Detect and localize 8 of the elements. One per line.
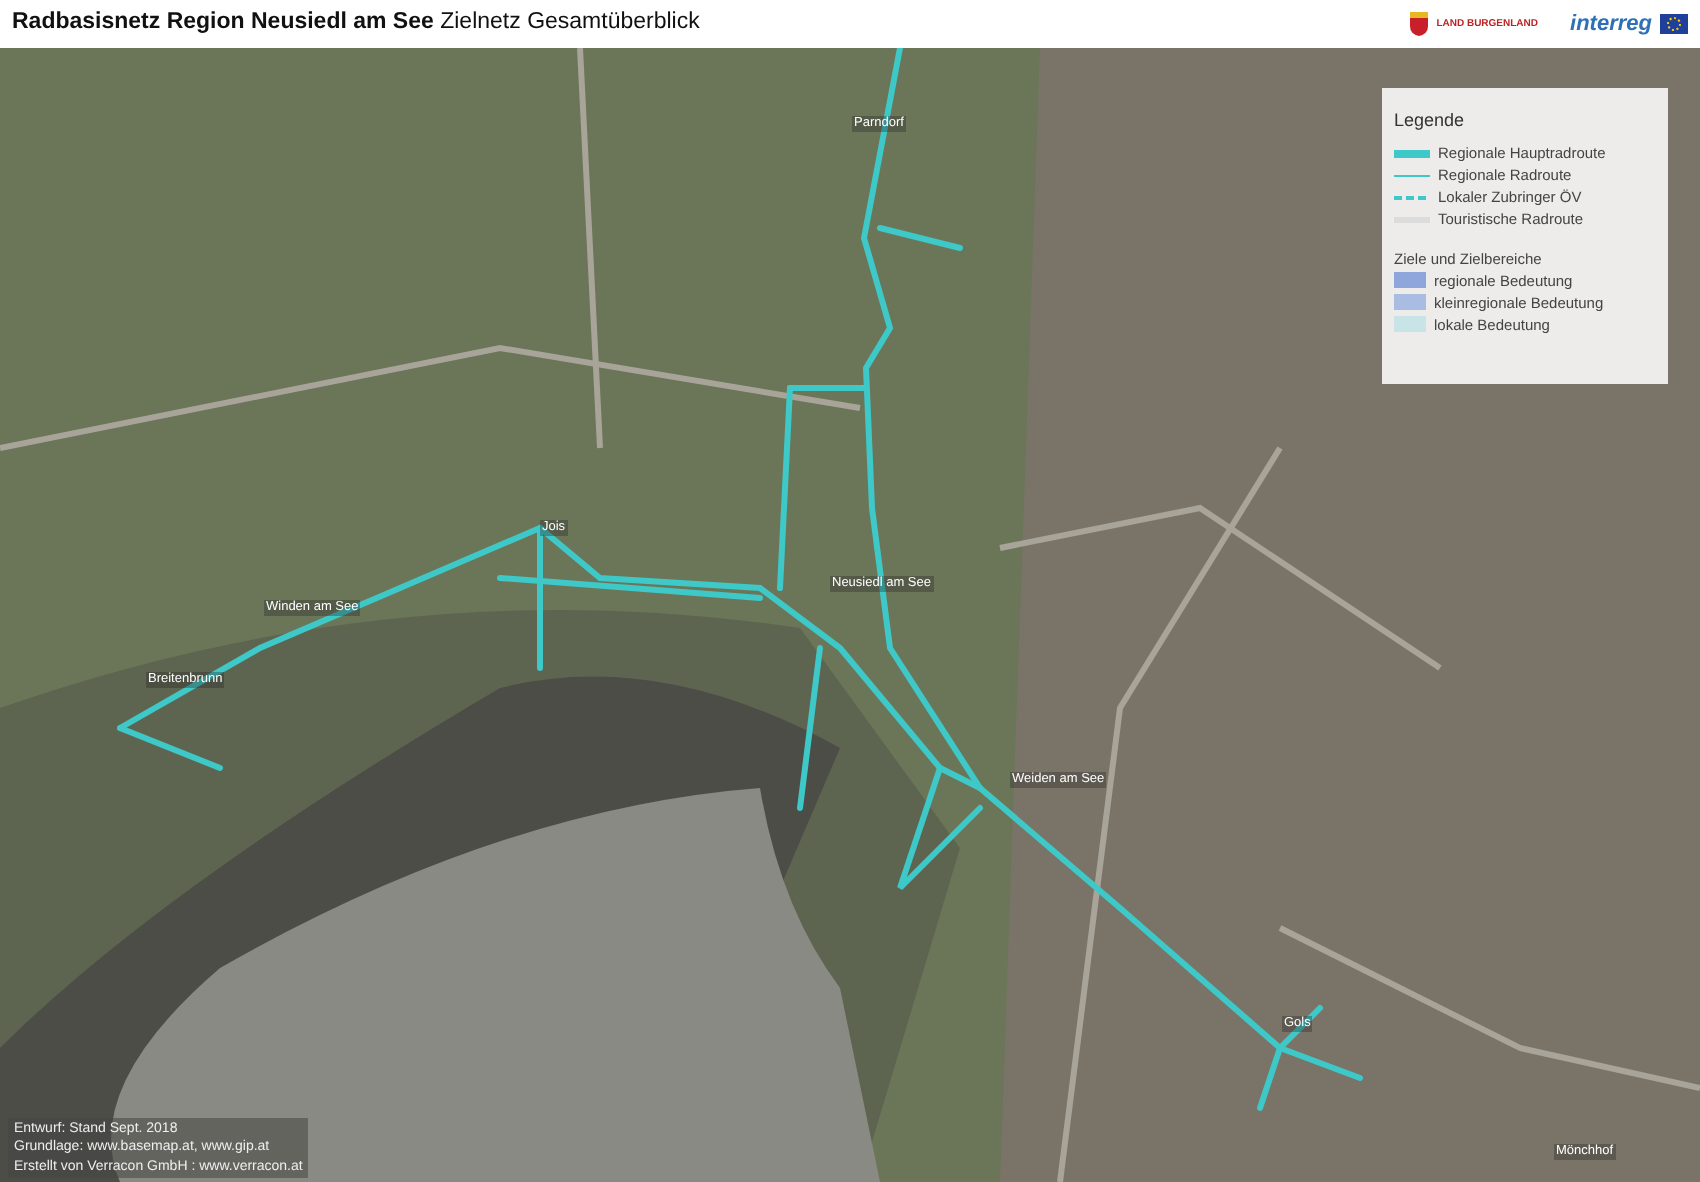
coat-of-arms-icon bbox=[1410, 12, 1429, 36]
map-title: Radbasisnetz Region Neusiedl am See Zielnetz Gesamtüberblick bbox=[12, 8, 700, 39]
line-symbol-icon bbox=[1394, 192, 1430, 204]
line-symbol-icon bbox=[1394, 170, 1430, 182]
logo-text: interreg bbox=[1570, 9, 1652, 40]
line-symbol-icon bbox=[1394, 148, 1430, 160]
legend-title: Legende bbox=[1394, 108, 1467, 134]
flag-icon bbox=[1660, 14, 1688, 34]
